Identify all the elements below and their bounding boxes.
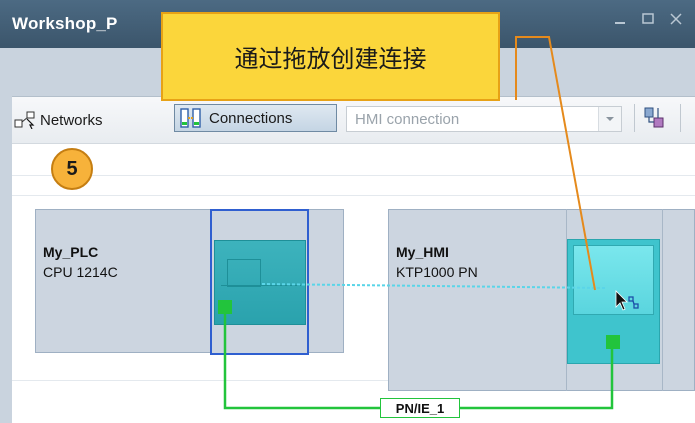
hmi-connection-drag-line — [261, 283, 606, 289]
instruction-callout: 通过拖放创建连接 — [161, 12, 500, 101]
callout-leader-line — [515, 36, 596, 291]
drag-connect-cursor-icon — [615, 290, 639, 311]
profinet-network-line — [223, 314, 614, 410]
step-number-badge: 5 — [51, 148, 93, 190]
network-label[interactable]: PN/IE_1 — [380, 398, 460, 418]
